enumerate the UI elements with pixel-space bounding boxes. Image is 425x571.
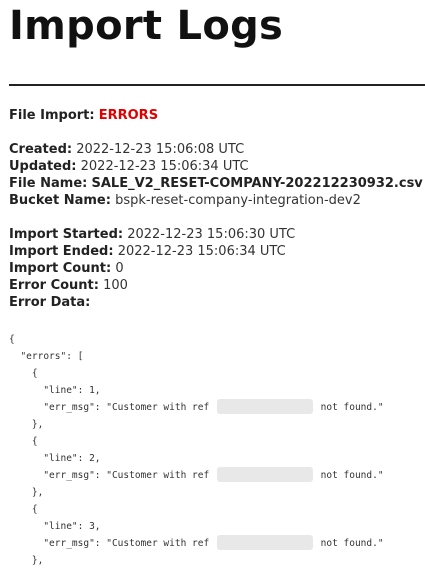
file-import-label: File Import: bbox=[9, 108, 95, 123]
json-open-brace: { bbox=[9, 334, 15, 345]
created-value: 2022-12-23 15:06:08 UTC bbox=[76, 142, 245, 157]
json-err-msg-field: "err_msg": "Customer with ref not found.… bbox=[9, 535, 384, 552]
bucket-name-label: Bucket Name: bbox=[9, 193, 111, 208]
file-name-value: SALE_V2_RESET-COMPANY-202212230932.csv bbox=[91, 176, 423, 191]
updated-row: Updated: 2022-12-23 15:06:34 UTC bbox=[9, 158, 423, 175]
error-count-row: Error Count: 100 bbox=[9, 277, 423, 294]
status-badge: ERRORS bbox=[98, 108, 159, 123]
json-entry-open: { bbox=[9, 504, 38, 515]
error-data-label: Error Data: bbox=[9, 295, 91, 310]
error-count-label: Error Count: bbox=[9, 278, 99, 293]
error-data-json: { "errors": [ { "line": 1, "err_msg": "C… bbox=[9, 331, 384, 569]
updated-value: 2022-12-23 15:06:34 UTC bbox=[80, 159, 249, 174]
err-msg-prefix: "err_msg": "Customer with ref bbox=[9, 470, 215, 481]
err-msg-suffix: not found." bbox=[314, 402, 384, 413]
json-entry-open: { bbox=[9, 368, 38, 379]
import-ended-label: Import Ended: bbox=[9, 244, 114, 259]
import-ended-row: Import Ended: 2022-12-23 15:06:34 UTC bbox=[9, 243, 423, 260]
err-msg-prefix: "err_msg": "Customer with ref bbox=[9, 538, 215, 549]
json-err-msg-field: "err_msg": "Customer with ref not found.… bbox=[9, 467, 384, 484]
import-ended-value: 2022-12-23 15:06:34 UTC bbox=[117, 244, 286, 259]
json-entry-close: }, bbox=[9, 487, 44, 498]
import-count-row: Import Count: 0 bbox=[9, 260, 423, 277]
json-line-field: "line": 1, bbox=[9, 385, 101, 396]
err-msg-prefix: "err_msg": "Customer with ref bbox=[9, 402, 215, 413]
updated-label: Updated: bbox=[9, 159, 77, 174]
json-errors-key: "errors": [ bbox=[9, 351, 84, 362]
error-count-value: 100 bbox=[103, 278, 128, 293]
bucket-name-row: Bucket Name: bspk-reset-company-integrat… bbox=[9, 192, 423, 209]
json-err-msg-field: "err_msg": "Customer with ref not found.… bbox=[9, 399, 384, 416]
json-line-field: "line": 3, bbox=[9, 521, 101, 532]
import-info: File Import: ERRORS Created: 2022-12-23 … bbox=[9, 107, 423, 311]
file-import-row: File Import: ERRORS bbox=[9, 107, 423, 124]
import-started-row: Import Started: 2022-12-23 15:06:30 UTC bbox=[9, 226, 423, 243]
err-msg-suffix: not found." bbox=[314, 538, 384, 549]
error-data-row: Error Data: bbox=[9, 294, 423, 311]
page-title: Import Logs bbox=[9, 3, 284, 49]
bucket-name-value: bspk-reset-company-integration-dev2 bbox=[115, 193, 361, 208]
import-count-label: Import Count: bbox=[9, 261, 112, 276]
err-msg-suffix: not found." bbox=[314, 470, 384, 481]
redacted-ref bbox=[216, 467, 313, 482]
created-row: Created: 2022-12-23 15:06:08 UTC bbox=[9, 141, 423, 158]
json-entry-close: }, bbox=[9, 419, 44, 430]
title-divider bbox=[9, 84, 425, 86]
file-name-row: File Name: SALE_V2_RESET-COMPANY-2022122… bbox=[9, 175, 423, 192]
json-entry-close: }, bbox=[9, 555, 44, 566]
json-entry-open: { bbox=[9, 436, 38, 447]
import-started-value: 2022-12-23 15:06:30 UTC bbox=[127, 227, 296, 242]
json-line-field: "line": 2, bbox=[9, 453, 101, 464]
created-label: Created: bbox=[9, 142, 73, 157]
redacted-ref bbox=[216, 399, 313, 414]
file-name-label: File Name: bbox=[9, 176, 88, 191]
import-count-value: 0 bbox=[115, 261, 124, 276]
import-started-label: Import Started: bbox=[9, 227, 124, 242]
redacted-ref bbox=[216, 535, 313, 550]
